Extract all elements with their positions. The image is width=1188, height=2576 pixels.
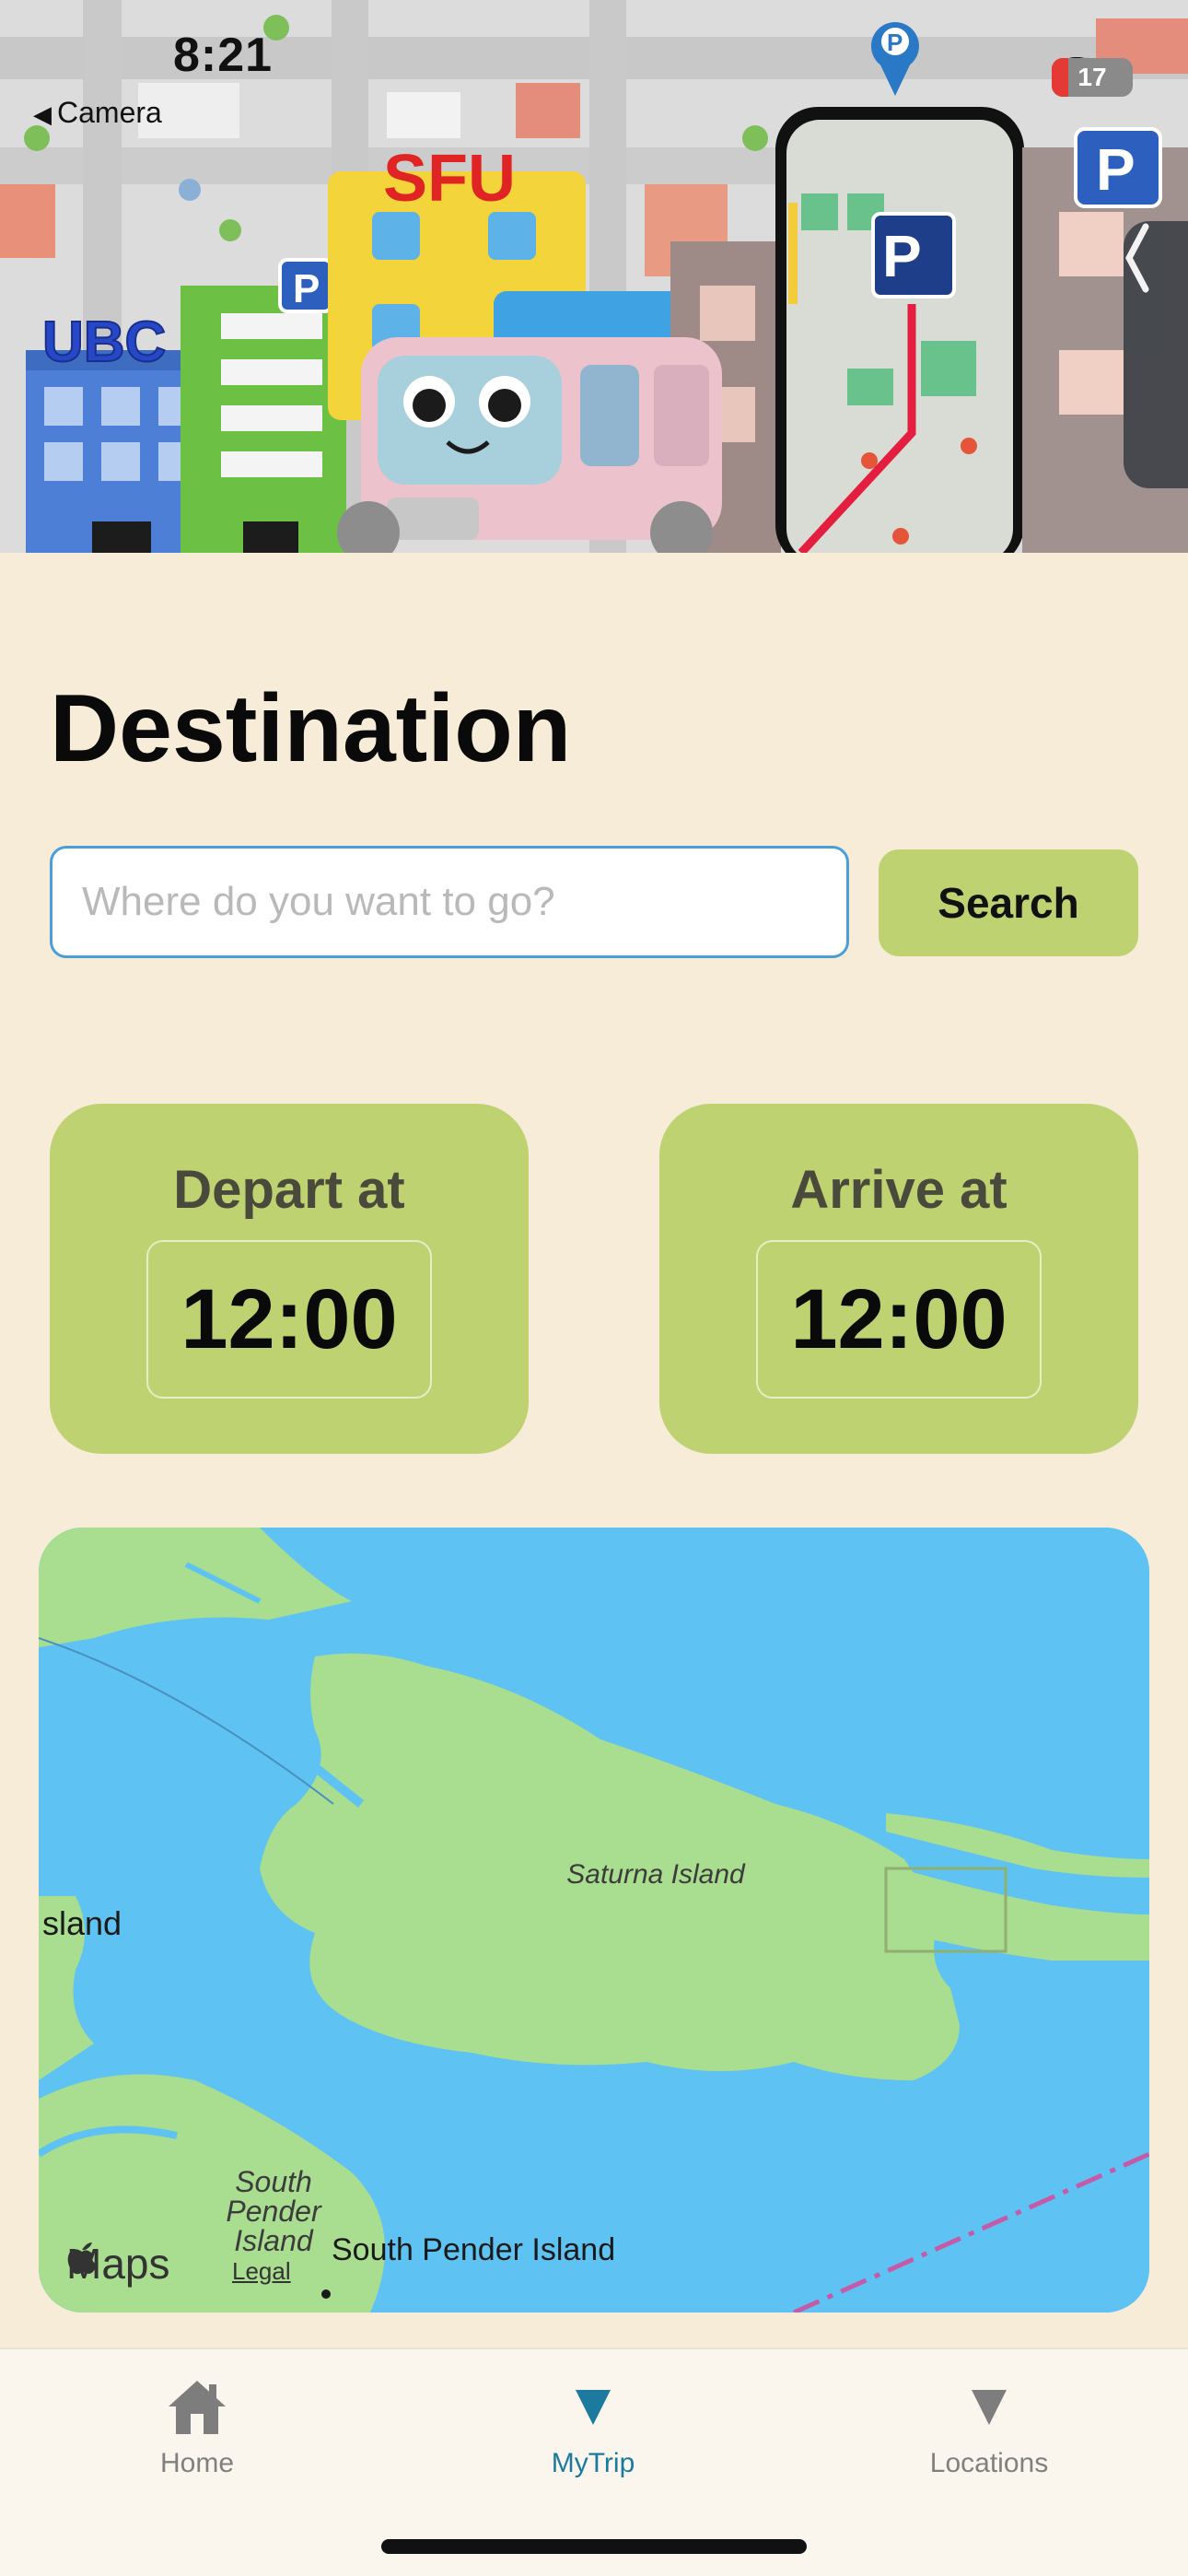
- apple-maps-logo: Maps: [66, 2239, 169, 2289]
- arrive-at-label: Arrive at: [790, 1160, 1007, 1220]
- arrive-time-picker[interactable]: 12:00: [756, 1240, 1042, 1399]
- svg-text:SFU: SFU: [383, 142, 516, 216]
- side-panel-handle[interactable]: [1124, 221, 1188, 488]
- saturna-island-label: Saturna Island: [566, 1859, 745, 1890]
- island-label-left: sland: [42, 1904, 122, 1942]
- status-icons: 17: [1052, 57, 1133, 98]
- destination-search-input[interactable]: [50, 846, 849, 958]
- svg-text:UBC: UBC: [42, 310, 166, 374]
- map-view[interactable]: Saturna Island sland South Pender Island…: [39, 1528, 1149, 2313]
- triangle-down-icon: [972, 2390, 1007, 2425]
- tab-locations-label: Locations: [929, 2448, 1049, 2478]
- tab-home[interactable]: Home: [77, 2377, 317, 2479]
- battery-indicator: 17: [1052, 58, 1133, 97]
- back-label: Camera: [57, 96, 162, 129]
- depart-at-card: Depart at 12:00: [50, 1104, 529, 1454]
- back-to-camera-link[interactable]: ◀ Camera: [33, 96, 162, 130]
- triangle-down-icon: [576, 2390, 611, 2425]
- tab-mytrip-label: MyTrip: [551, 2448, 635, 2478]
- south-pender-island-label: South Pender Island: [332, 2232, 616, 2267]
- header-illustration: UBC P SFU P P P 8:21 ◀ Camera 17: [0, 0, 1188, 553]
- svg-text:P: P: [887, 29, 903, 56]
- tab-home-label: Home: [159, 2448, 235, 2478]
- tab-mytrip[interactable]: MyTrip: [473, 2377, 713, 2479]
- apple-logo-icon: [67, 2242, 97, 2275]
- svg-text:P: P: [1096, 136, 1136, 203]
- svg-text:P: P: [882, 223, 922, 289]
- depart-time-picker[interactable]: 12:00: [146, 1240, 432, 1399]
- app-screen: UBC P SFU P P P 8:21 ◀ Camera 17 Destina…: [0, 0, 1188, 2576]
- depart-at-label: Depart at: [173, 1160, 405, 1220]
- search-button[interactable]: Search: [879, 849, 1138, 956]
- house-icon: [169, 2381, 226, 2434]
- home-indicator: [381, 2539, 807, 2554]
- south-pender-island-italic-label: South Pender Island: [226, 2165, 321, 2257]
- svg-text:P: P: [293, 266, 320, 311]
- arrive-at-card: Arrive at 12:00: [659, 1104, 1138, 1454]
- destination-title: Destination: [50, 675, 572, 782]
- back-triangle-icon: ◀: [33, 100, 52, 128]
- tab-locations[interactable]: Locations: [869, 2377, 1109, 2479]
- status-time: 8:21: [173, 29, 274, 82]
- city-illustration: UBC P SFU P P P: [0, 0, 1188, 553]
- battery-level: 17: [1077, 63, 1107, 91]
- chevron-left-icon: [1125, 223, 1149, 293]
- legal-link[interactable]: Legal: [232, 2257, 291, 2286]
